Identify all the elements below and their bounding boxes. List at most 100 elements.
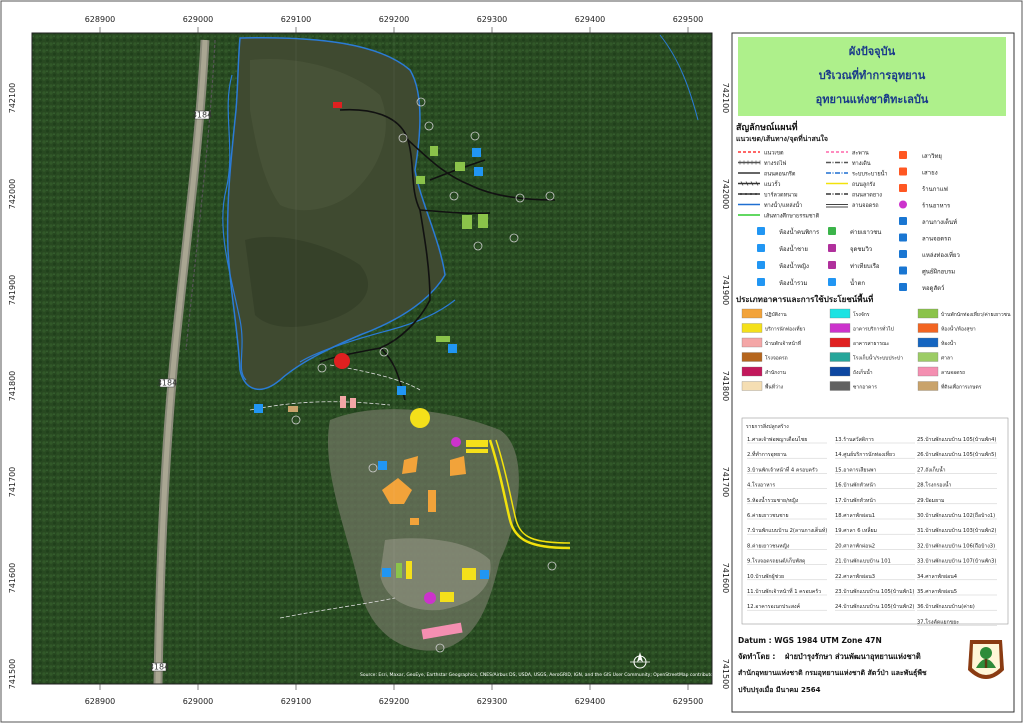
line-legend-label: ทางน้ำ/แหล่งน้ำ bbox=[764, 201, 802, 209]
line-legend-label: แนวรั้ว bbox=[764, 180, 780, 188]
building-list-item: 16.บ้านพักหัวหน้า bbox=[835, 482, 876, 489]
line-legend-label: ทางเดิน bbox=[852, 160, 871, 167]
building-legend-label: ปฏิบัติงาน bbox=[765, 311, 787, 318]
point-grid-label: ค่ายเยาวชน bbox=[850, 229, 881, 236]
left-tick-label: 741500 bbox=[8, 659, 17, 690]
right-tick-label: 742000 bbox=[721, 179, 730, 210]
point-legend-item: หอดูสัตว์ bbox=[899, 283, 944, 292]
right-tick-label: 741900 bbox=[721, 275, 730, 306]
point-legend-label: เสาธง bbox=[922, 170, 938, 177]
datum-text: Datum : WGS 1984 UTM Zone 47N bbox=[738, 636, 882, 645]
top-tick-label: 629200 bbox=[379, 15, 410, 24]
building-swatch bbox=[741, 366, 763, 377]
left-tick-label: 742000 bbox=[8, 179, 17, 210]
parking-icon bbox=[899, 233, 907, 242]
building-swatch bbox=[917, 337, 939, 348]
road-label: 3184 bbox=[192, 111, 212, 120]
building-swatch bbox=[917, 308, 939, 319]
line-legend-label: สะพาน bbox=[852, 150, 869, 157]
building-list-item: 11.บ้านพักเจ้าหน้าที่ 1 ครอบครัว bbox=[747, 588, 821, 595]
right-tick-label: 741700 bbox=[721, 467, 730, 498]
point-grid-label: ท่าเทียบเรือ bbox=[850, 262, 880, 270]
tent-icon bbox=[899, 217, 907, 225]
male-toilet-icon bbox=[757, 244, 765, 252]
line-legend-label: ลานจอดรถ bbox=[852, 203, 879, 209]
building-list-item: 30.บ้านพักแบบบ้าน 102(ถือบ้าง1) bbox=[917, 512, 995, 519]
point-legend-label: หอดูสัตว์ bbox=[922, 284, 944, 292]
building-list-item: 15.อาคารเสียนพา bbox=[835, 466, 876, 473]
point-grid-label: จุดชมวิว bbox=[850, 246, 872, 253]
title-line-2: บริเวณที่ทำการอุทยาน bbox=[819, 67, 926, 83]
left-tick-label: 741700 bbox=[8, 467, 17, 498]
building-list-item: 10.บ้านพักผู้ช่วย bbox=[747, 573, 784, 580]
building-swatch bbox=[917, 323, 939, 333]
building-list-item: 22.ศาลาพักผ่อน3 bbox=[835, 573, 875, 580]
viewpoint-icon bbox=[828, 244, 836, 252]
building-list-item: 20.ศาลาพักผ่อน2 bbox=[835, 542, 875, 549]
building-list-item: 14.ศูนย์บริการนักท่องเที่ยว bbox=[835, 451, 895, 458]
building-list-item: 18.ศาลาพักผ่อน1 bbox=[835, 512, 875, 519]
bottom-tick-label: 629500 bbox=[673, 697, 704, 706]
building-list-item: 27.ถังเก็บน้ำ bbox=[917, 465, 946, 473]
accessible-toilet-icon bbox=[757, 227, 765, 235]
coffee-icon bbox=[899, 184, 907, 192]
antenna-icon bbox=[899, 151, 907, 159]
building-list-item: 7.บ้านพักแบบบ้าน 2(ลานกางเต็นท์) bbox=[747, 526, 827, 534]
building-swatch bbox=[741, 323, 763, 333]
building-list-item: 34.ศาลาพักผ่อน4 bbox=[917, 573, 958, 580]
building-swatch bbox=[829, 337, 851, 348]
park-map: Source: Esri, Maxar, GeoEye, Earthstar G… bbox=[0, 0, 1023, 723]
department-logo bbox=[968, 640, 1004, 679]
line-legend-label: บาร์ลวดหนาม bbox=[764, 192, 798, 199]
building-swatch bbox=[917, 381, 939, 391]
building-list-item: 4.โรงอาหาร bbox=[747, 482, 775, 489]
shared-toilet-icon bbox=[757, 278, 765, 286]
legend-panel: ผังปัจจุบัน บริเวณที่ทำการอุทยาน อุทยานแ… bbox=[731, 32, 1015, 713]
bottom-tick-label: 629000 bbox=[183, 697, 214, 706]
top-tick-label: 628900 bbox=[85, 15, 116, 24]
building-list-item: 17.บ้านพักหัวหน้า bbox=[835, 497, 876, 504]
building-list-item: 31.บ้านพักแบบบ้าน 103(บ้านพัก2) bbox=[917, 527, 996, 534]
youth-camp-icon bbox=[828, 227, 836, 235]
tower-icon bbox=[899, 283, 907, 291]
updated-text: ปรับปรุงเมื่อ มีนาคม 2564 bbox=[738, 684, 821, 694]
building-list-item: 37.โรงคัดแยกขยะ bbox=[917, 618, 959, 625]
female-toilet-icon bbox=[757, 261, 765, 269]
building-list-item: 12.อาคารอเนกประสงค์ bbox=[747, 603, 801, 610]
building-list-item: 26.บ้านพักแบบบ้าน 105(บ้านพัก5) bbox=[917, 451, 996, 458]
building-swatch bbox=[741, 381, 763, 391]
restaurant-icon bbox=[899, 200, 907, 209]
building-legend-label: ที่ดินเพื่อการเกษตร bbox=[941, 384, 982, 391]
bottom-tick-label: 628900 bbox=[85, 697, 116, 706]
point-legend-label: เสาวิทยุ bbox=[922, 153, 942, 160]
point-grid-item: จุดชมวิว bbox=[828, 244, 872, 253]
point-legend-label: แหล่งท่องเที่ยว bbox=[922, 251, 960, 259]
building-list-item: 3.บ้านพักเจ้าหน้าที่ 4 ครอบครัว bbox=[747, 466, 818, 473]
building-swatch bbox=[829, 352, 851, 362]
line-legend-label: ระบบระบายน้ำ bbox=[852, 170, 887, 178]
building-legend-label: สำนักงาน bbox=[765, 370, 787, 376]
left-tick-label: 742100 bbox=[8, 83, 17, 114]
prepared-by: ฝ่ายบำรุงรักษา ส่วนพัฒนาอุทยานแห่งชาติ bbox=[785, 652, 921, 661]
building-swatch bbox=[829, 308, 851, 319]
building-list-item: 23.บ้านพักแบบบ้าน 105(บ้านพัก1) bbox=[835, 588, 914, 595]
line-legend-label: เส้นทางศึกษาธรรมชาติ bbox=[764, 213, 820, 220]
pier-icon bbox=[828, 261, 836, 269]
building-list-item: 9.โรงจอดรถยนต์/เก็บพัสดุ bbox=[747, 557, 805, 565]
top-tick-label: 629100 bbox=[281, 15, 312, 24]
building-list-item: 13.ร้านสวัสดิการ bbox=[835, 436, 874, 443]
building-legend-label: โรงจอดรถ bbox=[765, 355, 788, 362]
prepared-label: จัดทำโดย : bbox=[738, 651, 775, 661]
point-legend-label: ลานกางเต็นท์ bbox=[922, 217, 957, 226]
legend-subheading: แนวเขต/เส้นทาง/จุดที่น่าสนใจ bbox=[736, 133, 828, 143]
building-list-item: 33.บ้านพักแบบบ้าน 107(บ้านพัก3) bbox=[917, 558, 996, 565]
title-line-3: อุทยานแห่งชาติทะเลบัน bbox=[816, 93, 929, 107]
building-swatch bbox=[829, 381, 851, 391]
right-tick-label: 741800 bbox=[721, 371, 730, 402]
road-label: 3184 bbox=[157, 379, 177, 388]
building-legend-label: บ้านพักเจ้าหน้าที่ bbox=[765, 340, 801, 347]
title-line-1: ผังปัจจุบัน bbox=[849, 45, 896, 59]
building-list-item: 21.บ้านพักแบบบ้าน 101 bbox=[835, 558, 891, 565]
bottom-tick-label: 629200 bbox=[379, 697, 410, 706]
top-tick-label: 629300 bbox=[477, 15, 508, 24]
